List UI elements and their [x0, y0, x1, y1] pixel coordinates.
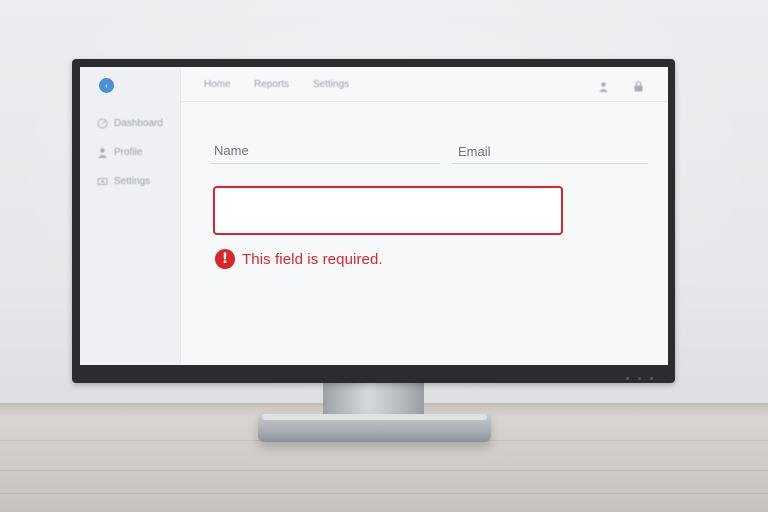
sidebar-item-label: Settings: [114, 175, 151, 187]
desk-grain: [0, 470, 768, 471]
error-message: This field is required.: [242, 250, 383, 268]
user-icon[interactable]: [598, 79, 609, 92]
monitor-base-top: [262, 414, 487, 420]
sidebar-item-label: Profile: [114, 146, 143, 158]
error-icon: !: [215, 249, 235, 269]
required-text-input[interactable]: [213, 186, 563, 235]
monitor-button: [626, 377, 629, 380]
top-navigation: Home Reports Settings: [181, 67, 668, 102]
sidebar-item-profile[interactable]: Profile: [97, 145, 142, 159]
settings-icon: [97, 176, 108, 187]
desk-grain: [0, 493, 768, 494]
app-logo[interactable]: ‹: [99, 78, 114, 93]
name-field-label: Name: [214, 143, 249, 158]
sidebar-item-settings[interactable]: Settings: [97, 174, 150, 188]
screen: ‹ Dashboard Profile Settings Home Report…: [80, 67, 668, 365]
email-field-label: Email: [458, 144, 491, 159]
email-field-underline[interactable]: [452, 163, 648, 164]
name-field-underline[interactable]: [210, 163, 440, 164]
validation-error: ! This field is required.: [215, 249, 383, 269]
nav-link-home[interactable]: Home: [204, 79, 231, 90]
nav-link-reports[interactable]: Reports: [254, 79, 289, 90]
user-icon: [97, 147, 108, 158]
nav-link-settings[interactable]: Settings: [313, 79, 349, 90]
sidebar-item-label: Dashboard: [114, 117, 163, 129]
monitor-button: [638, 377, 641, 380]
monitor-button: [650, 377, 653, 380]
lock-icon[interactable]: [633, 79, 644, 92]
monitor-buttons: [626, 377, 653, 380]
dashboard-icon: [97, 118, 108, 129]
sidebar-item-dashboard[interactable]: Dashboard: [97, 116, 163, 130]
sidebar: ‹ Dashboard Profile Settings: [80, 67, 181, 365]
